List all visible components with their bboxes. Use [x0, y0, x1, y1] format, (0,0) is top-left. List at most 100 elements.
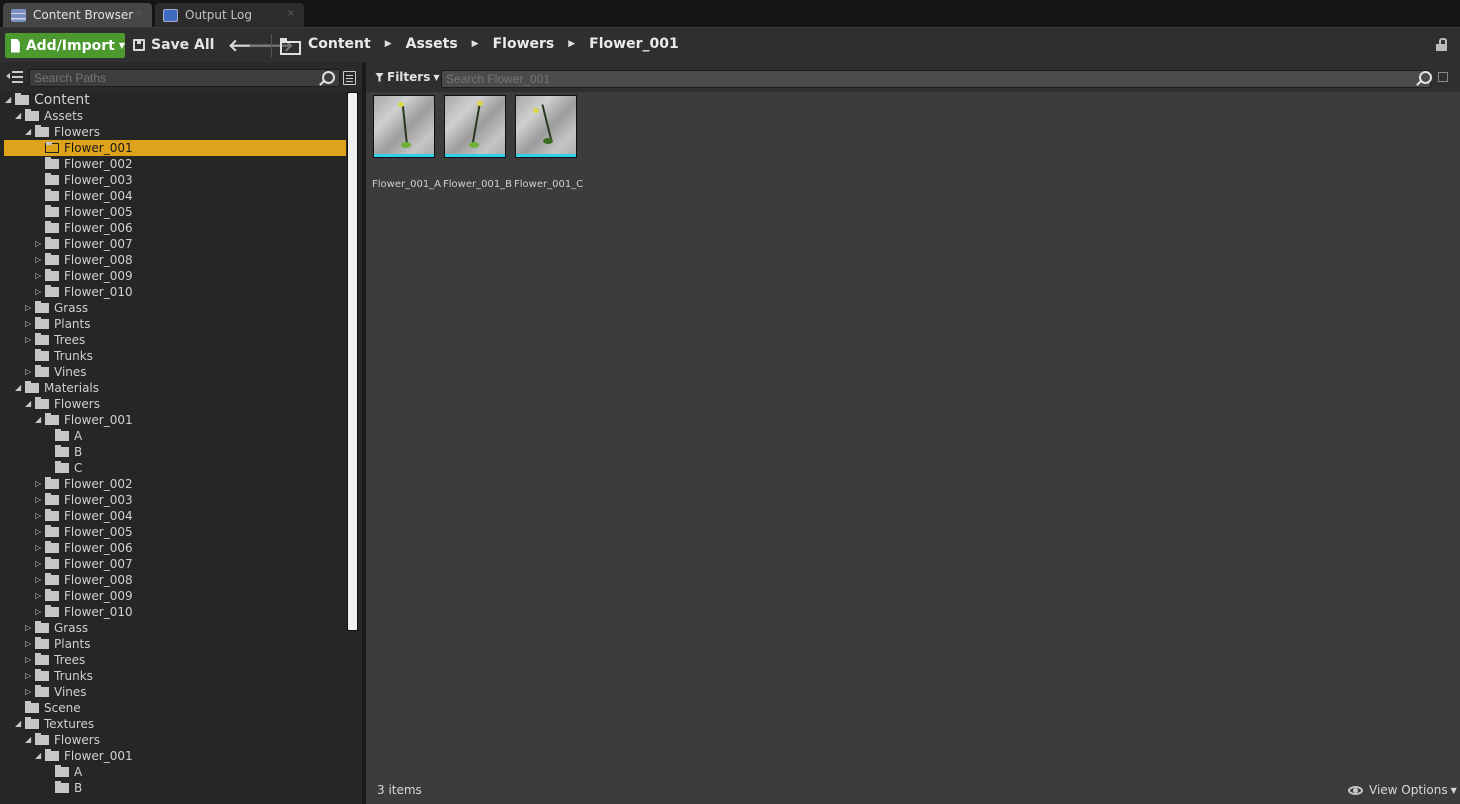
- asset-label[interactable]: Flower_001_B: [443, 179, 512, 190]
- collapsed-arrow-icon[interactable]: ▷: [25, 636, 31, 652]
- tree-item[interactable]: ▷ Vines: [4, 364, 346, 380]
- breadcrumb-item[interactable]: Flowers: [493, 36, 555, 52]
- collapsed-arrow-icon[interactable]: ▷: [35, 508, 41, 524]
- asset-tile[interactable]: [444, 95, 506, 158]
- tree-item[interactable]: ▷ Flower_004: [4, 508, 346, 524]
- view-options-button[interactable]: View Options ▼: [1348, 783, 1457, 797]
- tree-item[interactable]: ▷ Flower_008: [4, 252, 346, 268]
- collapsed-arrow-icon[interactable]: ▷: [35, 268, 41, 284]
- tree-item[interactable]: ▷ Flower_006: [4, 540, 346, 556]
- collapse-sources-icon[interactable]: [6, 71, 23, 84]
- add-import-button[interactable]: Add/Import ▼: [5, 33, 125, 58]
- tree-item[interactable]: ▷ Vines: [4, 684, 346, 700]
- breadcrumb-item[interactable]: Assets: [406, 36, 458, 52]
- collapsed-arrow-icon[interactable]: ▷: [35, 540, 41, 556]
- collapsed-arrow-icon[interactable]: ▷: [35, 588, 41, 604]
- asset-tile[interactable]: [515, 95, 577, 158]
- asset-label[interactable]: Flower_001_C: [514, 179, 583, 190]
- tree-item[interactable]: ▷ Plants: [4, 636, 346, 652]
- tree-item[interactable]: ◢ Assets: [4, 108, 346, 124]
- lock-icon[interactable]: [1436, 38, 1448, 51]
- tree-item[interactable]: C: [4, 460, 346, 476]
- tree-item[interactable]: Trunks: [4, 348, 346, 364]
- collapsed-arrow-icon[interactable]: ▷: [25, 668, 31, 684]
- tree-item[interactable]: ▷ Flower_009: [4, 268, 346, 284]
- collapsed-arrow-icon[interactable]: ▷: [25, 684, 31, 700]
- chevron-right-icon[interactable]: ▶: [472, 39, 479, 49]
- tree-item[interactable]: ▷ Flower_005: [4, 524, 346, 540]
- collapsed-arrow-icon[interactable]: ▷: [35, 284, 41, 300]
- tree-item[interactable]: ▷ Grass: [4, 620, 346, 636]
- chevron-right-icon[interactable]: ▶: [385, 39, 392, 49]
- path-search-input[interactable]: [29, 69, 340, 87]
- tree-item[interactable]: B: [4, 444, 346, 460]
- tree-item[interactable]: ▷ Trees: [4, 332, 346, 348]
- collapsed-arrow-icon[interactable]: ▷: [25, 300, 31, 316]
- collapsed-arrow-icon[interactable]: ▷: [35, 492, 41, 508]
- expanded-arrow-icon[interactable]: ◢: [35, 748, 41, 764]
- tree-item[interactable]: Flower_001: [4, 140, 346, 156]
- tree-item[interactable]: ◢ Flowers: [4, 124, 346, 140]
- expanded-arrow-icon[interactable]: ◢: [25, 124, 31, 140]
- collapsed-arrow-icon[interactable]: ▷: [25, 316, 31, 332]
- save-search-icon[interactable]: [1438, 72, 1448, 82]
- collapsed-arrow-icon[interactable]: ▷: [35, 556, 41, 572]
- expanded-arrow-icon[interactable]: ◢: [5, 92, 11, 108]
- tab-content-browser[interactable]: Content Browser ×: [3, 3, 152, 27]
- expanded-arrow-icon[interactable]: ◢: [15, 108, 21, 124]
- tree-item[interactable]: ◢ Flowers: [4, 732, 346, 748]
- save-all-button[interactable]: Save All: [133, 37, 214, 53]
- tree-item[interactable]: ▷ Flower_007: [4, 236, 346, 252]
- tree-item[interactable]: ▷ Plants: [4, 316, 346, 332]
- breadcrumb-item[interactable]: Flower_001: [589, 36, 679, 52]
- close-icon[interactable]: ×: [287, 8, 295, 19]
- tree-item[interactable]: A: [4, 428, 346, 444]
- tree-item[interactable]: ▷ Flower_008: [4, 572, 346, 588]
- collapsed-arrow-icon[interactable]: ▷: [35, 572, 41, 588]
- tab-output-log[interactable]: Output Log ×: [155, 3, 304, 27]
- search-icon[interactable]: [319, 70, 335, 86]
- tree-item[interactable]: A: [4, 764, 346, 780]
- tree-item[interactable]: ▷ Flower_009: [4, 588, 346, 604]
- tree-item[interactable]: ▷ Trees: [4, 652, 346, 668]
- chevron-right-icon[interactable]: ▶: [568, 39, 575, 49]
- paths-menu-icon[interactable]: [343, 71, 356, 85]
- expanded-arrow-icon[interactable]: ◢: [15, 380, 21, 396]
- collapsed-arrow-icon[interactable]: ▷: [25, 364, 31, 380]
- tree-item[interactable]: Flower_005: [4, 204, 346, 220]
- collapsed-arrow-icon[interactable]: ▷: [25, 620, 31, 636]
- collapsed-arrow-icon[interactable]: ▷: [35, 476, 41, 492]
- collapsed-arrow-icon[interactable]: ▷: [25, 332, 31, 348]
- asset-search-input[interactable]: [441, 70, 1431, 88]
- tree-item[interactable]: ▷ Flower_002: [4, 476, 346, 492]
- tree-item[interactable]: ◢ Content: [4, 92, 346, 108]
- expanded-arrow-icon[interactable]: ◢: [25, 732, 31, 748]
- tree-item[interactable]: ◢ Materials: [4, 380, 346, 396]
- tree-item[interactable]: ▷ Trunks: [4, 668, 346, 684]
- tree-item[interactable]: Flower_002: [4, 156, 346, 172]
- tree-item[interactable]: Flower_003: [4, 172, 346, 188]
- collapsed-arrow-icon[interactable]: ▷: [35, 524, 41, 540]
- scrollbar-thumb[interactable]: [348, 93, 357, 630]
- collapsed-arrow-icon[interactable]: ▷: [25, 652, 31, 668]
- tree-item[interactable]: Flower_004: [4, 188, 346, 204]
- tree-item[interactable]: ◢ Flowers: [4, 396, 346, 412]
- tree-item[interactable]: ▷ Grass: [4, 300, 346, 316]
- search-icon[interactable]: [1416, 70, 1432, 86]
- tree-item[interactable]: ▷ Flower_007: [4, 556, 346, 572]
- close-icon[interactable]: ×: [135, 8, 143, 19]
- filters-button[interactable]: Filters ▼: [375, 70, 440, 84]
- expanded-arrow-icon[interactable]: ◢: [15, 716, 21, 732]
- collapsed-arrow-icon[interactable]: ▷: [35, 236, 41, 252]
- breadcrumb-item[interactable]: Content: [308, 36, 371, 52]
- expanded-arrow-icon[interactable]: ◢: [35, 412, 41, 428]
- tree-item[interactable]: ◢ Flower_001: [4, 748, 346, 764]
- tree-item[interactable]: ◢ Textures: [4, 716, 346, 732]
- tree-item[interactable]: ◢ Flower_001: [4, 412, 346, 428]
- tree-item[interactable]: Flower_006: [4, 220, 346, 236]
- collapsed-arrow-icon[interactable]: ▷: [35, 604, 41, 620]
- expanded-arrow-icon[interactable]: ◢: [25, 396, 31, 412]
- tree-item[interactable]: B: [4, 780, 346, 796]
- tree-item[interactable]: ▷ Flower_010: [4, 284, 346, 300]
- asset-tile[interactable]: [373, 95, 435, 158]
